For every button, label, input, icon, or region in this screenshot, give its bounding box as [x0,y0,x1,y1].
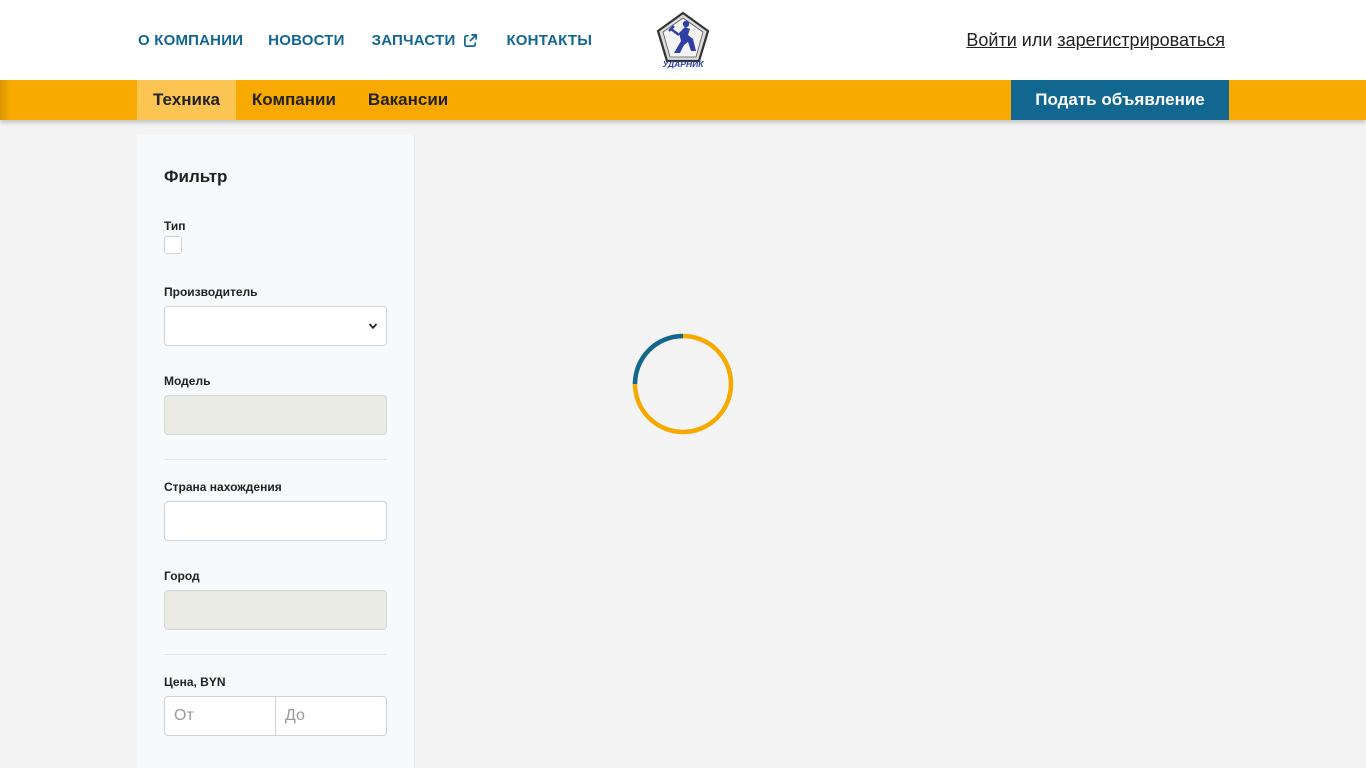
tab-machinery[interactable]: Техника [137,80,236,120]
auth-separator: или [1021,29,1053,50]
price-to-input[interactable]: До [275,697,386,735]
manufacturer-select[interactable] [164,306,387,346]
post-ad-button[interactable]: Подать объявление [1011,80,1229,120]
auth-links: Войти или зарегистрироваться [966,0,1225,80]
logo-icon[interactable]: УДАРНИК [655,11,711,69]
nav-about-link[interactable]: О КОМПАНИИ [138,32,243,49]
register-link[interactable]: зарегистрироваться [1057,30,1225,51]
city-input[interactable] [164,590,387,630]
top-nav: О КОМПАНИИ НОВОСТИ ЗАПЧАСТИ КОНТАКТЫ [138,0,592,80]
type-label: Тип [164,219,186,233]
city-label: Город [164,569,200,583]
external-link-icon [464,33,478,47]
logo-text: УДАРНИК [663,59,705,69]
type-checkbox[interactable] [164,236,182,254]
filter-title: Фильтр [164,167,228,186]
model-label: Модель [164,374,211,388]
filter-divider [164,654,387,655]
chevron-down-icon [368,323,378,330]
filter-divider [164,459,387,460]
nav-parts-link[interactable]: ЗАПЧАСТИ [372,32,479,49]
price-from-input[interactable]: От [165,697,275,735]
tab-vacancies[interactable]: Вакансии [352,80,464,120]
tab-companies[interactable]: Компании [236,80,352,120]
loading-spinner-icon [632,333,734,435]
nav-news-link[interactable]: НОВОСТИ [268,32,344,49]
nav-bar-shade [0,80,10,120]
nav-contacts-link[interactable]: КОНТАКТЫ [506,32,592,49]
top-header: О КОМПАНИИ НОВОСТИ ЗАПЧАСТИ КОНТАКТЫ УДА… [0,0,1366,80]
login-link[interactable]: Войти [966,30,1016,51]
country-input[interactable] [164,501,387,541]
filter-panel: Фильтр Тип Производитель Модель Страна н… [137,135,415,768]
nav-parts-label: ЗАПЧАСТИ [371,31,456,49]
country-label: Страна нахождения [164,480,282,494]
main-nav-bar: Техника Компании Вакансии Подать объявле… [0,80,1366,120]
category-tabs: Техника Компании Вакансии [137,80,464,120]
manufacturer-label: Производитель [164,285,258,299]
model-input[interactable] [164,395,387,435]
price-label: Цена, BYN [164,675,226,689]
price-range: От До [164,696,387,736]
